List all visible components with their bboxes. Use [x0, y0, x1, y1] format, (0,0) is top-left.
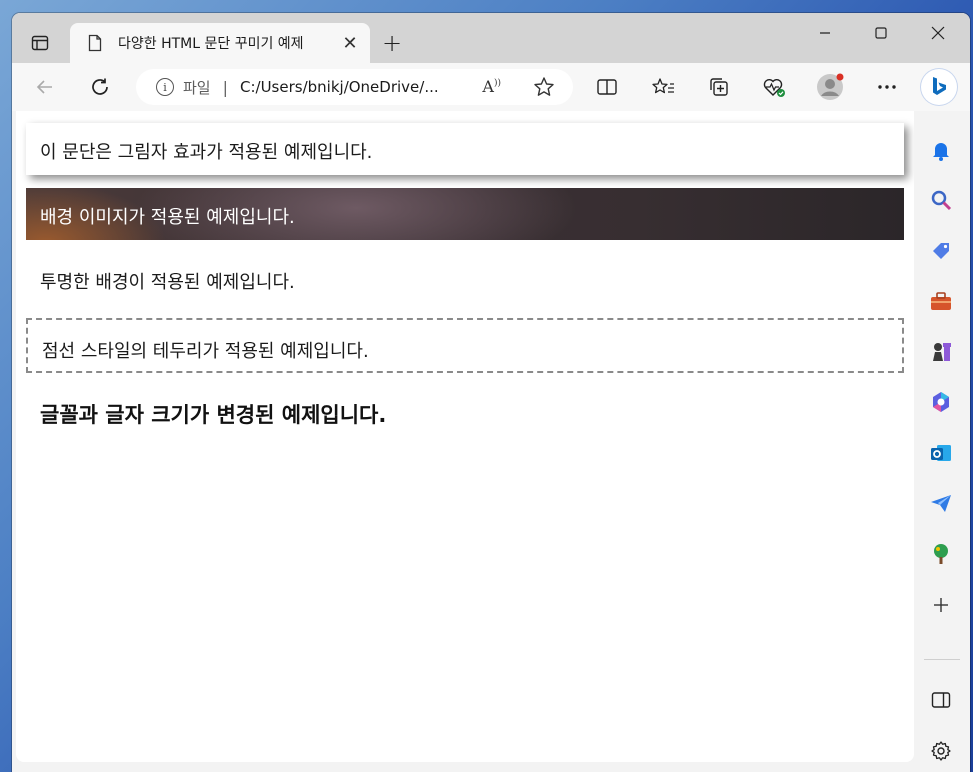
tab-actions-icon [31, 35, 49, 51]
sidebar [914, 111, 970, 772]
browser-essentials-button[interactable] [759, 72, 789, 102]
tab-title: 다양한 HTML 문단 꾸미기 예제 [118, 36, 304, 52]
maximize-icon [875, 27, 887, 39]
info-icon[interactable]: i [156, 78, 174, 96]
split-screen-button[interactable] [592, 72, 622, 102]
split-screen-icon [597, 79, 617, 95]
outlook-icon[interactable] [928, 440, 954, 466]
profile-button[interactable] [815, 72, 845, 102]
tab-strip: 다양한 HTML 문단 꾸미기 예제 ✕ + [12, 13, 970, 63]
panel-icon[interactable] [928, 687, 954, 713]
settings-icon[interactable] [928, 738, 954, 764]
url-text: C:/Users/bnikj/OneDrive/... [240, 78, 439, 96]
document-icon [86, 33, 104, 53]
collections-button[interactable] [704, 72, 734, 102]
more-dots-icon [878, 85, 896, 89]
toolbox-icon[interactable] [928, 288, 954, 314]
minimize-button[interactable] [802, 19, 848, 47]
new-tab-button[interactable]: + [378, 29, 406, 57]
avatar [817, 73, 844, 100]
url-scheme: 파일 [183, 78, 211, 97]
heart-pulse-icon [763, 79, 785, 97]
sidebar-divider [924, 659, 960, 660]
read-aloud-icon[interactable]: A)) [482, 77, 501, 96]
refresh-button[interactable] [85, 72, 115, 102]
close-window-button[interactable] [915, 19, 961, 47]
tab-actions-button[interactable] [26, 29, 54, 57]
tree-icon[interactable] [928, 541, 954, 567]
bell-icon[interactable] [928, 137, 954, 163]
bing-icon [933, 77, 946, 95]
maximize-button[interactable] [858, 19, 904, 47]
favorites-list-icon [652, 78, 674, 94]
collections-icon [710, 78, 728, 96]
browser-window: 다양한 HTML 문단 꾸미기 예제 ✕ + i 파일 | C:/Users/b… [12, 13, 970, 772]
close-icon [931, 26, 945, 40]
url-separator: | [222, 77, 228, 97]
tag-icon[interactable] [928, 238, 954, 264]
send-icon[interactable] [928, 490, 954, 516]
bing-copilot-button[interactable] [921, 69, 957, 105]
refresh-icon [92, 78, 108, 95]
transparent-paragraph: 투명한 배경이 적용된 예제입니다. [40, 272, 295, 293]
chess-icon[interactable] [928, 339, 954, 365]
copilot-icon[interactable] [928, 389, 954, 415]
page-content: 이 문단은 그림자 효과가 적용된 예제입니다. 배경 이미지가 적용된 예제입… [16, 111, 914, 762]
tab-active[interactable]: 다양한 HTML 문단 꾸미기 예제 ✕ [70, 23, 370, 63]
close-tab-icon[interactable]: ✕ [338, 31, 362, 55]
toolbar: i 파일 | C:/Users/bnikj/OneDrive/... A)) [12, 63, 970, 111]
shadow-paragraph: 이 문단은 그림자 효과가 적용된 예제입니다. [26, 123, 904, 175]
back-button[interactable] [30, 72, 60, 102]
plus-icon[interactable] [928, 592, 954, 618]
minimize-icon [820, 32, 830, 34]
background-image-paragraph: 배경 이미지가 적용된 예제입니다. [26, 188, 904, 240]
dashed-border-paragraph: 점선 스타일의 테두리가 적용된 예제입니다. [26, 318, 904, 373]
more-options-button[interactable] [872, 72, 902, 102]
favorites-button[interactable] [648, 72, 678, 102]
address-bar[interactable]: i 파일 | C:/Users/bnikj/OneDrive/... A)) [136, 69, 573, 105]
back-arrow-icon [36, 80, 52, 94]
search-icon[interactable] [928, 187, 954, 213]
font-changed-paragraph: 글꼴과 글자 크기가 변경된 예제입니다. [40, 403, 387, 427]
favorite-star-icon[interactable] [533, 76, 555, 102]
